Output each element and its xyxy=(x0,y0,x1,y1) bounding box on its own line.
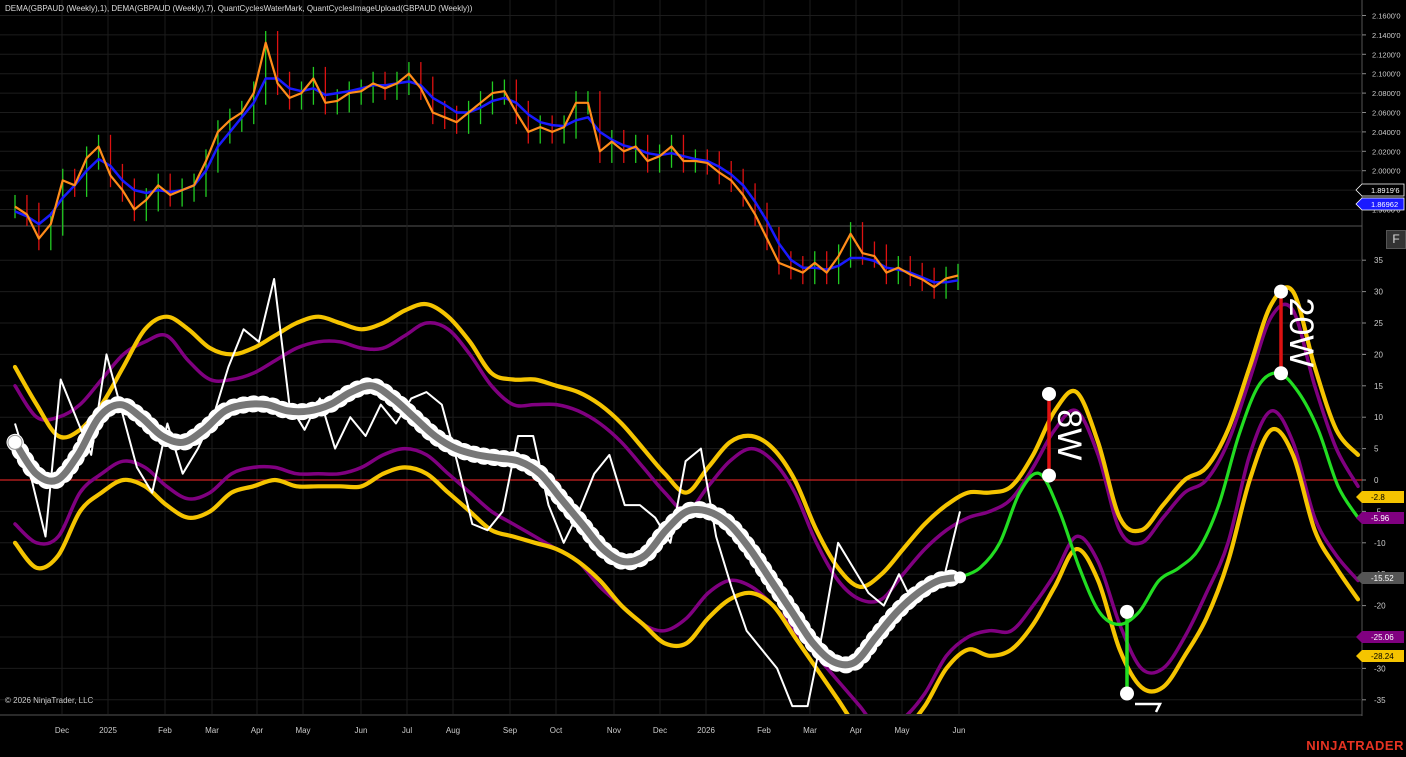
x-tick-label: Jun xyxy=(953,726,966,735)
price-tick-label: 2.0800'0 xyxy=(1372,89,1401,98)
cycle-marker-dot xyxy=(1120,686,1134,701)
price-tick-label: 2.0200'0 xyxy=(1372,147,1401,156)
x-tick-label: Apr xyxy=(251,726,264,735)
x-tick-label: Aug xyxy=(446,726,460,735)
x-tick-label: May xyxy=(894,726,909,735)
cycle-marker-dot xyxy=(1042,468,1056,483)
price-marker-label: 1.86962 xyxy=(1371,200,1398,209)
ninjatrader-chart[interactable]: Dec 2025 Feb Mar Apr May Jun Jul Aug Sep Oct Nov Dec… xyxy=(0,0,1406,757)
osc-tick-label: -35 xyxy=(1374,696,1386,705)
x-tick-label: Jul xyxy=(402,726,412,735)
cycle-marker-dot xyxy=(1042,386,1056,401)
cycle-marker-dot xyxy=(1120,604,1134,619)
price-tick-label: 2.1200'0 xyxy=(1372,50,1401,59)
x-tick-label: May xyxy=(295,726,310,735)
price-bars xyxy=(14,31,959,299)
value-badge-label: -28.24 xyxy=(1371,652,1394,661)
x-tick-label: Apr xyxy=(850,726,863,735)
osc-tick-label: 20 xyxy=(1374,350,1383,359)
value-badge: -2.8 xyxy=(1356,491,1404,503)
osc-tick-label: 25 xyxy=(1374,319,1383,328)
price-marker-label: 1.8919'6 xyxy=(1371,186,1400,195)
dema-7-line xyxy=(14,77,959,284)
osc-tick-label: 35 xyxy=(1374,256,1383,265)
price-marker: 1.86962 xyxy=(1355,197,1405,211)
x-tick-label: Feb xyxy=(158,726,172,735)
osc-tick-label: 10 xyxy=(1374,413,1383,422)
value-badge: -5.96 xyxy=(1356,512,1404,524)
price-tick-label: 2.0600'0 xyxy=(1372,109,1401,118)
cycle-length-label: 8W xyxy=(1050,409,1088,460)
indicator-list: DEMA(GBPAUD (Weekly),1), DEMA(GBPAUD (We… xyxy=(5,4,473,13)
value-badge-label: -5.96 xyxy=(1371,514,1390,523)
x-tick-label: Mar xyxy=(803,726,817,735)
grid-lines xyxy=(0,0,1362,714)
osc-tick-label: 5 xyxy=(1374,445,1379,454)
osc-tick-label: -10 xyxy=(1374,539,1386,548)
projection-start-dot xyxy=(954,571,966,584)
cycle-marker: 20W xyxy=(1274,284,1320,381)
ninjatrader-logo: NINJATRADER xyxy=(1306,738,1404,753)
dema-1-line xyxy=(14,41,959,289)
price-tick-label: 2.1600'0 xyxy=(1372,12,1401,21)
cycle-projection-line xyxy=(958,371,1360,627)
osc-tick-label: 15 xyxy=(1374,382,1383,391)
copyright-text: © 2026 NinjaTrader, LLC xyxy=(5,696,94,705)
x-tick-label: Nov xyxy=(607,726,621,735)
price-tick-label: 2.0000'0 xyxy=(1372,167,1401,176)
value-badge-label: -2.8 xyxy=(1371,493,1385,502)
value-badge: -25.06 xyxy=(1356,631,1404,643)
value-badge-label: -15.52 xyxy=(1371,574,1394,583)
f-button[interactable]: F xyxy=(1386,230,1406,249)
x-tick-label: 2026 xyxy=(697,726,715,735)
cycle-start-dot xyxy=(7,434,23,450)
osc-tick-label: -30 xyxy=(1374,664,1386,673)
x-tick-label: Mar xyxy=(205,726,219,735)
price-marker: 1.8919'6 xyxy=(1355,183,1405,197)
x-tick-label: Dec xyxy=(55,726,69,735)
outer-upper-band xyxy=(12,285,1361,589)
value-badge: -15.52 xyxy=(1356,572,1404,584)
inner-upper-band xyxy=(13,302,1360,604)
x-tick-label: Jun xyxy=(355,726,368,735)
cycle-label-glyph xyxy=(1135,702,1163,713)
osc-tick-label: 0 xyxy=(1374,476,1379,485)
x-tick-label: Oct xyxy=(550,726,563,735)
cycle-marker-dot xyxy=(1274,366,1288,381)
value-badge: -28.24 xyxy=(1356,650,1404,662)
price-tick-label: 2.0400'0 xyxy=(1372,128,1401,137)
price-tick-label: 2.1000'0 xyxy=(1372,70,1401,79)
x-tick-label: 2025 xyxy=(99,726,117,735)
inner-lower-band xyxy=(13,409,1360,714)
x-tick-label: Feb xyxy=(757,726,771,735)
osc-tick-label: -20 xyxy=(1374,602,1386,611)
cycle-length-label: 20W xyxy=(1282,297,1320,367)
value-badge-label: -25.06 xyxy=(1371,633,1394,642)
price-tick-label: 2.1400'0 xyxy=(1372,31,1401,40)
x-tick-label: Sep xyxy=(503,726,518,735)
x-tick-label: Dec xyxy=(653,726,667,735)
osc-tick-label: 30 xyxy=(1374,288,1383,297)
